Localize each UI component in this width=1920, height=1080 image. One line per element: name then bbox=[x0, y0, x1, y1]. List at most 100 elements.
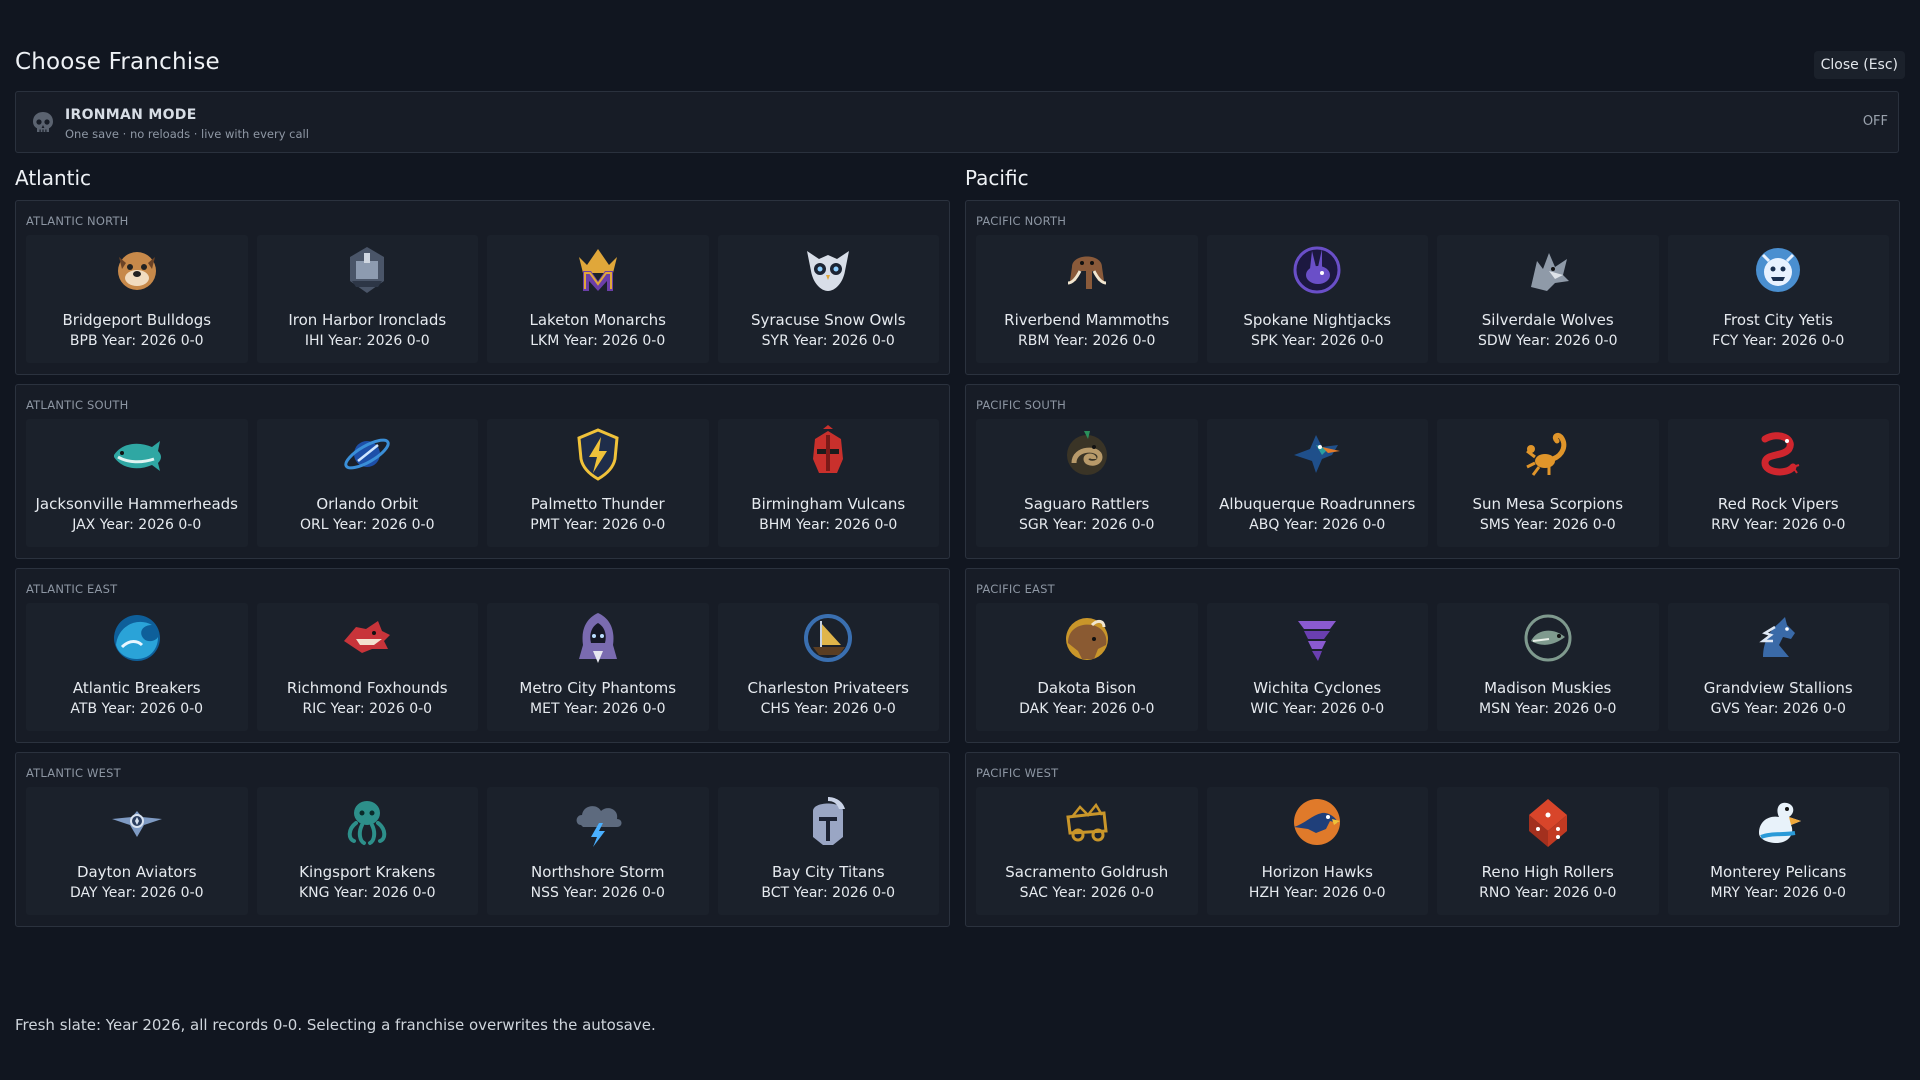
team-card[interactable]: Northshore Storm NSS Year: 2026 0-0 bbox=[487, 787, 709, 915]
team-card[interactable]: Albuquerque Roadrunners ABQ Year: 2026 0-… bbox=[1206, 419, 1428, 547]
team-grid: Jacksonville Hammerheads JAX Year: 2026 0… bbox=[26, 419, 939, 547]
team-card[interactable]: Saguaro Rattlers SGR Year: 2026 0-0 bbox=[976, 419, 1198, 547]
team-name: Sun Mesa Scorpions bbox=[1472, 495, 1624, 513]
roadrunner-logo-icon bbox=[1288, 425, 1346, 483]
gold-wagon-logo-icon bbox=[1058, 793, 1116, 851]
team-name: Kingsport Krakens bbox=[299, 863, 436, 881]
team-card[interactable]: Sun Mesa Scorpions SMS Year: 2026 0-0 bbox=[1437, 419, 1659, 547]
division-title: ATLANTIC EAST bbox=[26, 582, 118, 596]
team-record: 0-0 bbox=[641, 885, 665, 901]
team-card[interactable]: Metro City Phantoms MET Year: 2026 0-0 bbox=[487, 603, 709, 731]
team-abbr: ORL bbox=[299, 517, 329, 533]
team-year: Year: 2026 bbox=[563, 885, 638, 901]
team-grid: Sacramento Goldrush SAC Year: 2026 0-0 Hor… bbox=[976, 787, 1889, 915]
team-card[interactable]: Dayton Aviators DAY Year: 2026 0-0 bbox=[26, 787, 248, 915]
team-card[interactable]: Riverbend Mammoths RBM Year: 2026 0-0 bbox=[976, 235, 1198, 363]
team-card[interactable]: Silverdale Wolves SDW Year: 2026 0-0 bbox=[1437, 235, 1659, 363]
team-name: Albuquerque Roadrunners bbox=[1219, 495, 1416, 513]
division-panel: ATLANTIC EAST Atlantic Breakers ATB Year: … bbox=[15, 568, 950, 743]
team-record: 0-0 bbox=[642, 517, 666, 533]
team-record: 0-0 bbox=[1594, 333, 1618, 349]
team-card[interactable]: Horizon Hawks HZH Year: 2026 0-0 bbox=[1206, 787, 1428, 915]
viper-logo-icon bbox=[1749, 425, 1807, 483]
team-record: 0-0 bbox=[871, 333, 895, 349]
division-title: PACIFIC NORTH bbox=[976, 214, 1067, 228]
team-card[interactable]: Monterey Pelicans MRY Year: 2026 0-0 bbox=[1667, 787, 1889, 915]
team-card[interactable]: Reno High Rollers RNO Year: 2026 0-0 bbox=[1437, 787, 1659, 915]
team-name: Palmetto Thunder bbox=[530, 495, 665, 513]
close-button[interactable]: Close (Esc) bbox=[1813, 51, 1905, 79]
team-meta: SYR Year: 2026 0-0 bbox=[718, 333, 940, 349]
division-panel: PACIFIC WEST Sacramento Goldrush SAC Year:… bbox=[965, 752, 1900, 927]
planet-orbit-logo-icon bbox=[338, 425, 396, 483]
team-grid: Riverbend Mammoths RBM Year: 2026 0-0 Spok… bbox=[976, 235, 1889, 363]
team-card[interactable]: Kingsport Krakens KNG Year: 2026 0-0 bbox=[256, 787, 478, 915]
team-meta: LKM Year: 2026 0-0 bbox=[487, 333, 709, 349]
team-abbr: FCY bbox=[1712, 333, 1739, 349]
team-card[interactable]: Atlantic Breakers ATB Year: 2026 0-0 bbox=[26, 603, 248, 731]
team-card[interactable]: Frost City Yetis FCY Year: 2026 0-0 bbox=[1667, 235, 1890, 363]
team-name: Reno High Rollers bbox=[1481, 863, 1614, 881]
division-title: ATLANTIC WEST bbox=[26, 766, 121, 780]
division-title: PACIFIC SOUTH bbox=[976, 398, 1067, 412]
team-card[interactable]: Sacramento Goldrush SAC Year: 2026 0-0 bbox=[976, 787, 1198, 915]
team-card[interactable]: Palmetto Thunder PMT Year: 2026 0-0 bbox=[487, 419, 709, 547]
team-abbr: RRV bbox=[1711, 517, 1740, 533]
team-record: 0-0 bbox=[1131, 701, 1155, 717]
team-name: Richmond Foxhounds bbox=[286, 679, 448, 697]
team-record: 0-0 bbox=[178, 517, 202, 533]
team-card[interactable]: Red Rock Vipers RRV Year: 2026 0-0 bbox=[1667, 419, 1889, 547]
team-card[interactable]: Grandview Stallions GVS Year: 2026 0-0 bbox=[1667, 603, 1889, 731]
team-name: Bridgeport Bulldogs bbox=[62, 311, 212, 329]
team-year: Year: 2026 bbox=[1514, 517, 1589, 533]
team-abbr: SGR bbox=[1019, 517, 1049, 533]
ironman-mode-toggle[interactable]: IRONMAN MODE One save · no reloads · liv… bbox=[15, 91, 1899, 153]
team-record: 0-0 bbox=[1592, 517, 1616, 533]
team-year: Year: 2026 bbox=[102, 885, 177, 901]
team-card[interactable]: Syracuse Snow Owls SYR Year: 2026 0-0 bbox=[717, 235, 940, 363]
division-title: ATLANTIC NORTH bbox=[26, 214, 129, 228]
team-card[interactable]: Madison Muskies MSN Year: 2026 0-0 bbox=[1437, 603, 1659, 731]
vulcan-helmet-logo-icon bbox=[799, 425, 857, 483]
team-card[interactable]: Laketon Monarchs LKM Year: 2026 0-0 bbox=[487, 235, 709, 363]
team-record: 0-0 bbox=[406, 333, 430, 349]
team-abbr: SYR bbox=[761, 333, 789, 349]
team-meta: WIC Year: 2026 0-0 bbox=[1207, 701, 1429, 717]
privateer-ship-logo-icon bbox=[799, 609, 857, 667]
team-card[interactable]: Charleston Privateers CHS Year: 2026 0-0 bbox=[717, 603, 939, 731]
team-name: Laketon Monarchs bbox=[529, 311, 667, 329]
team-meta: NSS Year: 2026 0-0 bbox=[487, 885, 709, 901]
team-record: 0-0 bbox=[1361, 701, 1385, 717]
winged-aviator-logo-icon bbox=[108, 793, 166, 851]
team-record: 0-0 bbox=[180, 885, 204, 901]
team-card[interactable]: Bridgeport Bulldogs BPB Year: 2026 0-0 bbox=[26, 235, 248, 363]
team-record: 0-0 bbox=[1593, 701, 1617, 717]
team-card[interactable]: Jacksonville Hammerheads JAX Year: 2026 0… bbox=[26, 419, 248, 547]
team-card[interactable]: Birmingham Vulcans BHM Year: 2026 0-0 bbox=[717, 419, 939, 547]
team-meta: SDW Year: 2026 0-0 bbox=[1437, 333, 1659, 349]
team-grid: Saguaro Rattlers SGR Year: 2026 0-0 Albuqu… bbox=[976, 419, 1889, 547]
team-abbr: DAK bbox=[1019, 701, 1049, 717]
team-card[interactable]: Iron Harbor Ironclads IHI Year: 2026 0-0 bbox=[256, 235, 478, 363]
header: Choose Franchise Close (Esc) bbox=[15, 45, 1905, 81]
ironclad-ship-logo-icon bbox=[338, 241, 396, 299]
team-record: 0-0 bbox=[1823, 701, 1846, 717]
foxhound-logo-icon bbox=[338, 609, 396, 667]
ironman-state[interactable]: OFF bbox=[1863, 114, 1888, 129]
division-panel: ATLANTIC SOUTH Jacksonville Hammerheads JA… bbox=[15, 384, 950, 559]
team-record: 0-0 bbox=[409, 701, 433, 717]
team-card[interactable]: Orlando Orbit ORL Year: 2026 0-0 bbox=[256, 419, 478, 547]
team-card[interactable]: Dakota Bison DAK Year: 2026 0-0 bbox=[976, 603, 1198, 731]
team-record: 0-0 bbox=[1362, 885, 1386, 901]
team-card[interactable]: Wichita Cyclones WIC Year: 2026 0-0 bbox=[1206, 603, 1429, 731]
footer-note: Fresh slate: Year 2026, all records 0-0.… bbox=[15, 1016, 656, 1034]
team-year: Year: 2026 bbox=[1052, 701, 1128, 717]
team-record: 0-0 bbox=[872, 885, 896, 901]
team-card[interactable]: Bay City Titans BCT Year: 2026 0-0 bbox=[717, 787, 939, 915]
team-meta: PMT Year: 2026 0-0 bbox=[487, 517, 709, 533]
scorpion-logo-icon bbox=[1519, 425, 1577, 483]
team-meta: FCY Year: 2026 0-0 bbox=[1668, 333, 1890, 349]
team-card[interactable]: Richmond Foxhounds RIC Year: 2026 0-0 bbox=[256, 603, 478, 731]
team-abbr: BCT bbox=[761, 885, 790, 901]
team-card[interactable]: Spokane Nightjacks SPK Year: 2026 0-0 bbox=[1206, 235, 1428, 363]
